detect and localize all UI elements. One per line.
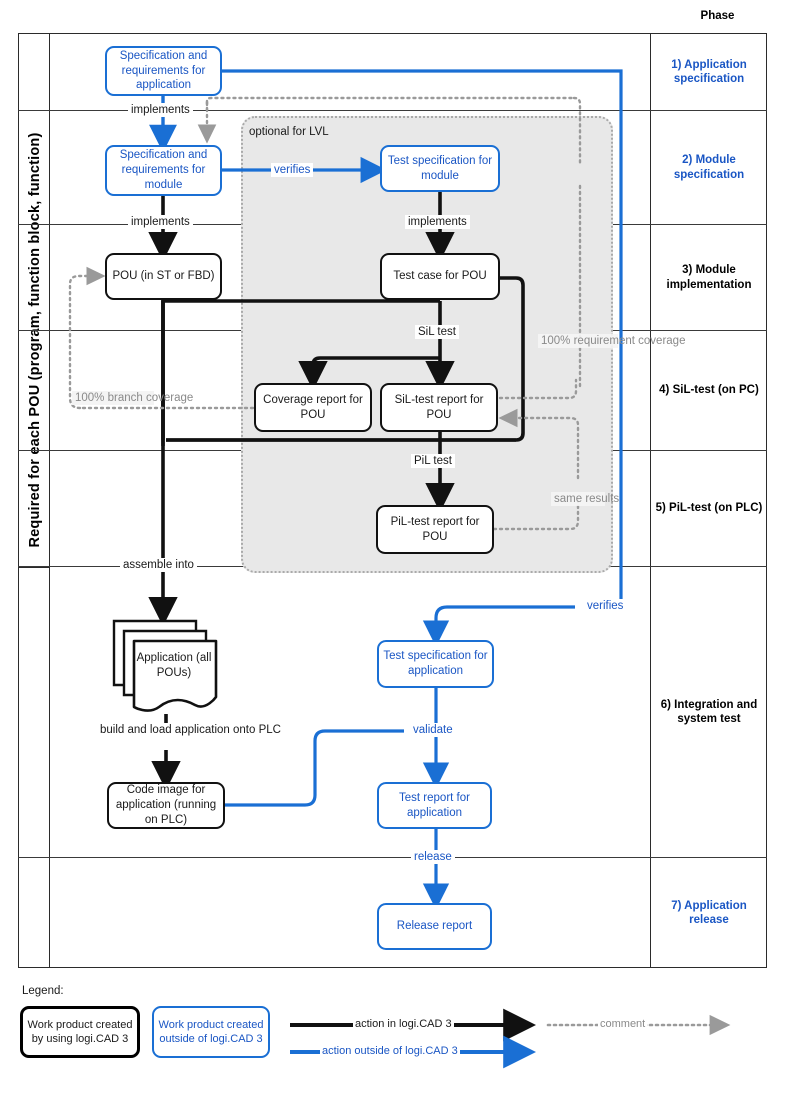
- node-application-all-pous[interactable]: Application (all POUs): [110, 615, 220, 717]
- phase-cell-3: 3) Module implementation: [651, 225, 767, 330]
- node-release-report[interactable]: Release report: [377, 903, 492, 950]
- edge-label-verifies-application: verifies: [584, 599, 627, 614]
- comment-requirement-coverage: 100% requirement coverage: [538, 334, 685, 349]
- phase-label: 3) Module implementation: [666, 264, 752, 291]
- phase-cell-7: 7) Application release: [651, 858, 767, 968]
- node-spec-module[interactable]: Specification and requirements for modul…: [105, 145, 222, 196]
- node-test-spec-application[interactable]: Test specification for application: [377, 640, 494, 688]
- edge-label-release: release: [411, 850, 455, 865]
- node-label: Application (all POUs): [136, 652, 212, 679]
- node-label: Specification and requirements for modul…: [119, 149, 208, 191]
- edge-label-implements-2: implements: [128, 215, 193, 230]
- edge-label-sil-test: SiL test: [415, 325, 459, 340]
- legend-action-outside: action outside of logi.CAD 3: [320, 1045, 460, 1057]
- node-coverage-report-pou[interactable]: Coverage report for POU: [254, 383, 372, 432]
- edge-label-build-and-load: build and load application onto PLC: [97, 723, 281, 738]
- node-label: Release report: [396, 920, 473, 933]
- node-label: PiL-test report for POU: [390, 515, 480, 543]
- phase-cell-6: 6) Integration and system test: [651, 567, 767, 857]
- node-spec-application[interactable]: Specification and requirements for appli…: [105, 46, 222, 96]
- node-label: Coverage report for POU: [263, 393, 363, 421]
- edge-label-validate: validate: [410, 723, 456, 738]
- node-code-image-application[interactable]: Code image for application (running on P…: [107, 782, 225, 829]
- node-label: Test case for POU: [393, 270, 487, 283]
- phase-cell-1: 1) Application specification: [651, 34, 767, 110]
- phase-label: 6) Integration and system test: [660, 698, 758, 725]
- node-label: SiL-test report for POU: [394, 393, 484, 421]
- node-label: Test report for application: [399, 791, 470, 819]
- node-label: Code image for application (running on P…: [115, 784, 217, 826]
- edge-label-implements-3: implements: [405, 215, 470, 230]
- phase-label: 7) Application release: [671, 899, 747, 926]
- node-label: Test specification for module: [387, 154, 493, 182]
- phase-label: 5) PiL-test (on PLC): [655, 502, 763, 515]
- edge-label-assemble-into: assemble into: [120, 558, 197, 573]
- diagram-root: Phase Required for each POU (program, fu…: [0, 0, 785, 1105]
- node-label: Test specification for application: [383, 650, 488, 677]
- phase-cell-5: 5) PiL-test (on PLC): [651, 451, 767, 566]
- phase-label: 2) Module specification: [673, 154, 745, 181]
- phase-label: 4) SiL-test (on PC): [659, 384, 759, 397]
- node-label: Specification and requirements for appli…: [119, 49, 208, 92]
- comment-branch-coverage: 100% branch coverage: [72, 391, 193, 406]
- legend-action-inside: action in logi.CAD 3: [353, 1018, 454, 1030]
- node-pil-test-report-pou[interactable]: PiL-test report for POU: [376, 505, 494, 554]
- edge-label-verifies-module: verifies: [271, 163, 314, 178]
- node-pou[interactable]: POU (in ST or FBD): [105, 253, 222, 300]
- edge-label-implements-1: implements: [128, 103, 193, 118]
- node-sil-test-report-pou[interactable]: SiL-test report for POU: [380, 383, 498, 432]
- node-test-report-application[interactable]: Test report for application: [377, 782, 492, 829]
- node-test-case-pou[interactable]: Test case for POU: [380, 253, 500, 300]
- node-test-spec-module[interactable]: Test specification for module: [380, 145, 500, 192]
- node-label: POU (in ST or FBD): [112, 270, 215, 283]
- phase-cell-2: 2) Module specification: [651, 111, 767, 224]
- edge-label-pil-test: PiL test: [411, 454, 455, 469]
- legend-title: Legend:: [22, 985, 64, 997]
- comment-same-results: same results: [551, 492, 619, 507]
- legend-comment: comment: [598, 1018, 648, 1030]
- phase-cell-4: 4) SiL-test (on PC): [651, 331, 767, 450]
- phase-label: 1) Application specification: [671, 58, 747, 85]
